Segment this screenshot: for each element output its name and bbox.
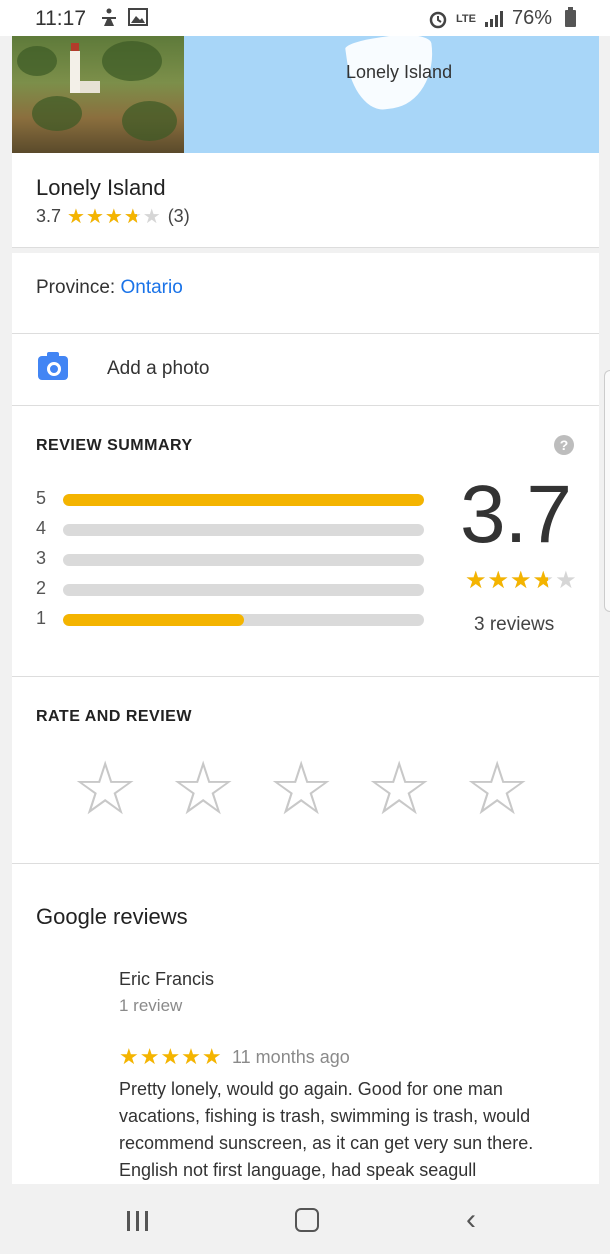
average-score: 3.7 bbox=[460, 469, 572, 560]
rating-summary[interactable]: 3.7 ★★★★★ ★★★★★ (3) bbox=[36, 206, 190, 227]
place-header: Lonely Island 3.7 ★★★★★ ★★★★★ (3) bbox=[12, 153, 599, 248]
add-photo-row[interactable]: Add a photo bbox=[12, 334, 599, 406]
rate-star-1-icon[interactable]: ☆ bbox=[72, 752, 138, 826]
status-right: LTE 76% bbox=[428, 7, 570, 30]
place-photo[interactable] bbox=[12, 36, 184, 153]
reviewer-name[interactable]: Eric Francis bbox=[119, 969, 214, 990]
rating-bar-1: 1 bbox=[36, 608, 436, 628]
help-icon[interactable]: ? bbox=[554, 435, 574, 455]
bar-label: 1 bbox=[36, 608, 47, 628]
camera-icon bbox=[38, 352, 68, 380]
person-notification-icon bbox=[102, 8, 116, 26]
google-reviews-title: Google reviews bbox=[36, 904, 188, 929]
battery-icon bbox=[565, 7, 576, 27]
edge-panel-handle[interactable] bbox=[604, 370, 610, 612]
review-summary-section: REVIEW SUMMARY ? 5 4 3 2 1 3.7 ★★★★★ ★★★… bbox=[12, 406, 599, 677]
signal-icon bbox=[484, 10, 503, 27]
bar-label: 3 bbox=[36, 548, 47, 568]
map-label: Lonely Island bbox=[346, 62, 453, 82]
house-image bbox=[80, 81, 100, 93]
rate-star-3-icon[interactable]: ☆ bbox=[268, 752, 334, 826]
bar-label: 5 bbox=[36, 488, 47, 508]
review-time: 11 months ago bbox=[232, 1047, 350, 1067]
status-bar: 11:17 LTE 76% bbox=[0, 0, 610, 36]
province-row: Province: Ontario bbox=[12, 253, 599, 334]
recent-apps-icon[interactable] bbox=[127, 1211, 148, 1231]
province-link[interactable]: Ontario bbox=[120, 277, 182, 298]
lighthouse-image bbox=[70, 43, 80, 93]
average-stars-icon: ★★★★★ ★★★★★ bbox=[465, 567, 578, 594]
status-time: 11:17 bbox=[35, 7, 86, 30]
reviewer-review-count: 1 review bbox=[119, 996, 183, 1015]
bar-label: 2 bbox=[36, 578, 47, 598]
home-icon[interactable] bbox=[295, 1208, 319, 1232]
navigation-bar: ‹ bbox=[0, 1184, 610, 1254]
rating-bar-5: 5 bbox=[36, 488, 436, 508]
google-reviews-section: Google reviews Eric Francis 1 review ★★★… bbox=[12, 864, 599, 1184]
rating-stars-icon: ★★★★★ ★★★★★ bbox=[67, 205, 162, 228]
province-info: Province: Ontario bbox=[36, 277, 183, 299]
notification-icons bbox=[100, 8, 148, 28]
network-type: LTE bbox=[456, 12, 476, 25]
back-icon[interactable]: ‹ bbox=[466, 1203, 476, 1237]
rate-star-5-icon[interactable]: ☆ bbox=[464, 752, 530, 826]
bar-fill bbox=[63, 614, 244, 626]
place-title: Lonely Island bbox=[36, 175, 166, 200]
rate-review-title: RATE AND REVIEW bbox=[36, 708, 192, 725]
review-text: Pretty lonely, would go again. Good for … bbox=[119, 1079, 534, 1180]
hero-banner[interactable]: Lonely Island bbox=[12, 36, 599, 153]
battery-percent: 76% bbox=[511, 7, 552, 29]
image-notification-icon bbox=[128, 8, 148, 26]
rating-value: 3.7 bbox=[36, 206, 62, 226]
rate-star-2-icon[interactable]: ☆ bbox=[170, 752, 236, 826]
rating-bar-3: 3 bbox=[36, 548, 436, 568]
review-summary-title: REVIEW SUMMARY bbox=[36, 437, 193, 454]
province-label: Province: bbox=[36, 277, 116, 298]
bar-label: 4 bbox=[36, 518, 47, 538]
add-photo-label: Add a photo bbox=[107, 358, 210, 379]
rate-star-4-icon[interactable]: ☆ bbox=[366, 752, 432, 826]
reviews-count-link[interactable]: 3 reviews bbox=[474, 614, 554, 636]
review-stars-icon: ★★★★★ bbox=[119, 1044, 223, 1069]
rate-and-review-section: RATE AND REVIEW ☆ ☆ ☆ ☆ ☆ bbox=[12, 677, 599, 864]
rating-bar-4: 4 bbox=[36, 518, 436, 538]
alarm-icon bbox=[429, 11, 447, 28]
rating-bar-2: 2 bbox=[36, 578, 436, 598]
rating-count: (3) bbox=[167, 206, 190, 226]
rate-stars: ☆ ☆ ☆ ☆ ☆ bbox=[72, 752, 530, 826]
bar-fill bbox=[63, 494, 424, 506]
